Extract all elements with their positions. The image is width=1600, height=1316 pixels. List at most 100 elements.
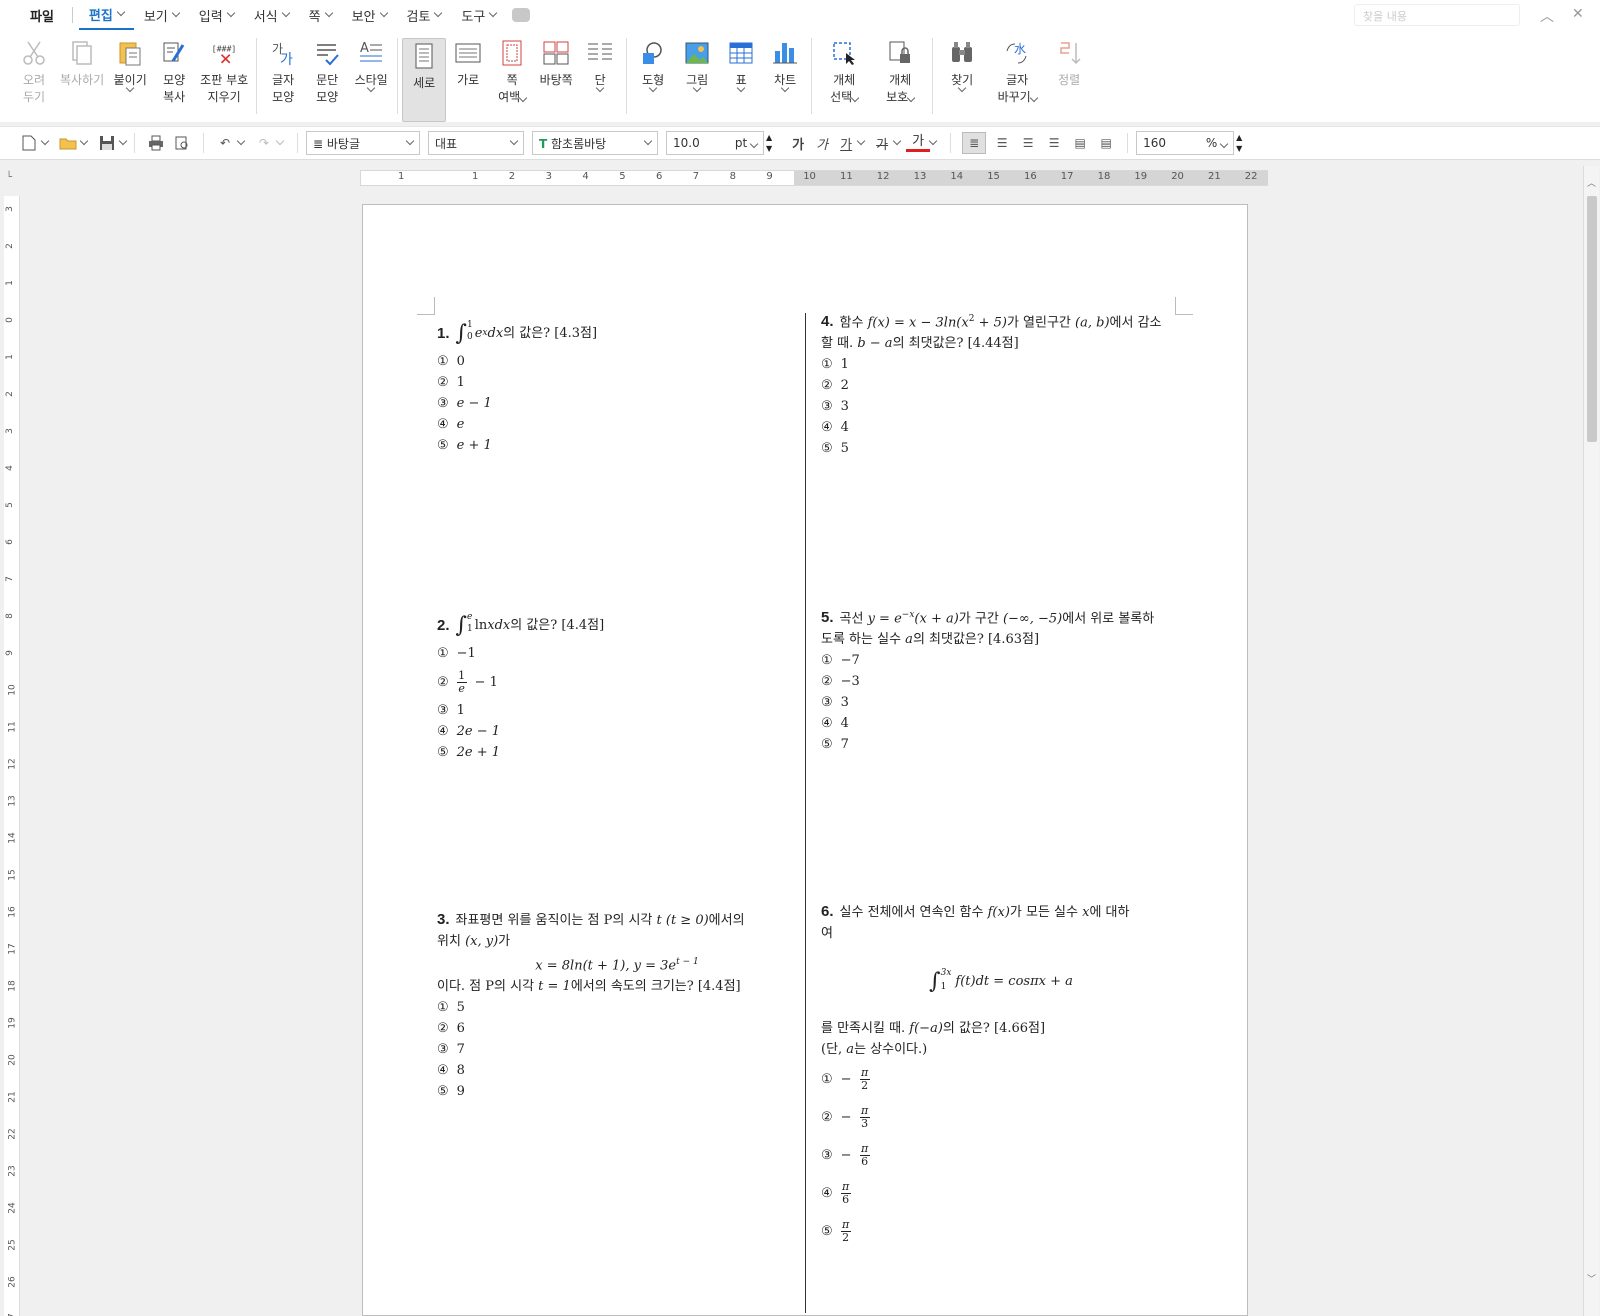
option[interactable]: ③ − π 6 [821,1136,1181,1174]
collapse-ribbon-icon[interactable]: ︿ [1540,6,1554,26]
chevron-down-icon[interactable]: ▼ [1236,143,1242,154]
para-shape-button[interactable]: 문단 모양 [305,30,349,106]
align-left-icon[interactable]: ☰ [992,134,1012,152]
option[interactable]: ②2 [821,375,1181,396]
vertical-ruler[interactable]: 3 2 1 0 1 2 3 4 5 6 7 8 9 10 11 12 13 14 15 16 17 18 19 20 21 22 2… [4,196,20,1316]
horizontal-ruler[interactable]: 1 1 2 3 4 5 6 7 8 9 10 11 12 13 14 15 16 17 18 19 20 21 22 [20,168,1582,190]
underline-button[interactable]: 가 [834,134,858,153]
undo-icon[interactable]: ↶ [215,134,235,152]
picture-button[interactable]: 그림 [675,30,719,93]
zoom-stepper[interactable]: ▲ ▼ [1236,132,1242,154]
scrollbar-thumb[interactable] [1587,196,1597,442]
zoom-select[interactable]: 160% [1136,131,1235,155]
align-distribute-icon[interactable]: ▤ [1070,134,1090,152]
menu-page[interactable]: 쪽 [299,0,342,30]
font-size-stepper[interactable]: ▲ ▼ [766,132,772,154]
chevron-down-icon[interactable]: ▼ [766,143,772,154]
align-center-icon[interactable]: ☰ [1018,134,1038,152]
option[interactable]: ④e [437,414,777,435]
menu-file[interactable]: 파일 [18,6,66,25]
menu-security[interactable]: 보안 [342,0,397,30]
option[interactable]: ② −3 [821,671,1181,692]
option[interactable]: ⑤π2 [821,1212,1181,1250]
find-button[interactable]: 찾기 [937,30,987,93]
paragraph-style-select[interactable]: ≣ 바탕글 [306,131,420,155]
char-shape-button[interactable]: 가가 글자 모양 [261,30,305,106]
chevron-down-icon[interactable] [79,136,89,146]
cut-button[interactable]: 오려 두기 [12,30,56,106]
document-page[interactable]: 1. ∫ 10 e x dx 의 값은? [4.3점] ①0 ②1 ③e − 1 ④… [362,204,1248,1316]
option[interactable]: ⑤7 [821,734,1181,755]
option[interactable]: ① − π 2 [821,1060,1181,1098]
option[interactable]: ④ 2e − 1 [437,721,777,742]
column-button[interactable]: 단 [578,30,622,93]
font-name-select[interactable]: T 함초롬바탕 [532,131,658,155]
align-justify-icon[interactable]: ≣ [962,132,987,154]
chevron-down-icon[interactable] [892,136,902,146]
option[interactable]: ④4 [821,713,1181,734]
option[interactable]: ③7 [437,1039,797,1060]
menu-format[interactable]: 서식 [244,0,299,30]
option[interactable]: ④4 [821,417,1181,438]
option[interactable]: ②6 [437,1018,797,1039]
option[interactable]: ② − π 3 [821,1098,1181,1136]
option[interactable]: ③3 [821,692,1181,713]
open-folder-icon[interactable] [58,134,78,152]
background-page-button[interactable]: 바탕쪽 [534,30,578,89]
font-color-button[interactable]: 가 [906,134,931,152]
protect-object-button[interactable]: 개체 보호 [872,30,928,106]
scroll-up-icon[interactable]: ︿ [1587,176,1596,189]
portrait-button[interactable]: 세로 [402,38,447,122]
vertical-scrollbar[interactable]: ︿ ﹀ [1583,166,1599,1316]
option[interactable]: ①0 [437,351,777,372]
copy-button[interactable]: 복사하기 [56,30,108,89]
find-input[interactable]: 찾을 내용 [1354,4,1520,26]
option[interactable]: ③ e − 1 [437,393,777,414]
option[interactable]: ②1 [437,372,777,393]
chevron-down-icon[interactable] [118,136,128,146]
option[interactable]: ① −1 [437,643,777,664]
menu-review[interactable]: 검토 [397,0,452,30]
align-right-icon[interactable]: ☰ [1044,134,1064,152]
chevron-up-icon[interactable]: ▲ [1236,132,1242,143]
close-icon[interactable]: ✕ [1572,6,1584,22]
option[interactable]: ⑤ 2e + 1 [437,742,777,763]
menu-tools[interactable]: 도구 [451,0,506,30]
table-button[interactable]: 표 [719,30,763,93]
paste-button[interactable]: 붙이기 [108,30,152,93]
print-preview-icon[interactable] [172,134,192,152]
option[interactable]: ⑤ e + 1 [437,435,777,456]
sort-button[interactable]: 정렬 [1047,30,1091,89]
option[interactable]: ①5 [437,997,797,1018]
print-icon[interactable] [146,134,166,152]
menu-edit[interactable]: 편집 [78,0,134,30]
ruler-corner-icon[interactable]: └ [6,172,12,183]
font-language-select[interactable]: 대표 [428,131,524,155]
landscape-button[interactable]: 가로 [446,30,490,89]
redo-icon[interactable]: ↷ [254,134,274,152]
option[interactable]: ① −7 [821,650,1181,671]
clear-marks-button[interactable]: [###] 조판 부호 지우기 [196,30,252,106]
option[interactable]: ④π6 [821,1174,1181,1212]
chart-button[interactable]: 차트 [763,30,807,93]
chevron-down-icon[interactable] [856,136,866,146]
save-icon[interactable] [97,134,117,152]
select-object-button[interactable]: 개체 선택 [816,30,872,106]
menu-insert[interactable]: 입력 [189,0,244,30]
new-document-icon[interactable] [19,134,39,152]
menu-view[interactable]: 보기 [134,0,189,30]
option[interactable]: ② 1 e − 1 [437,664,777,700]
style-button[interactable]: A 스타일 [349,30,393,93]
shape-button[interactable]: 도형 [631,30,675,93]
strikethrough-button[interactable]: 가 [870,134,894,153]
bold-button[interactable]: 가 [786,134,810,153]
chevron-down-icon[interactable] [928,136,938,146]
italic-button[interactable]: 가 [810,134,834,153]
chevron-up-icon[interactable]: ▲ [766,132,772,143]
replace-char-button[interactable]: 水 글자 바꾸기 [987,30,1047,106]
option[interactable]: ④8 [437,1060,797,1081]
chevron-down-icon[interactable] [40,136,50,146]
option[interactable]: ③1 [437,700,777,721]
format-copy-button[interactable]: 모양 복사 [152,30,196,106]
option[interactable]: ③3 [821,396,1181,417]
